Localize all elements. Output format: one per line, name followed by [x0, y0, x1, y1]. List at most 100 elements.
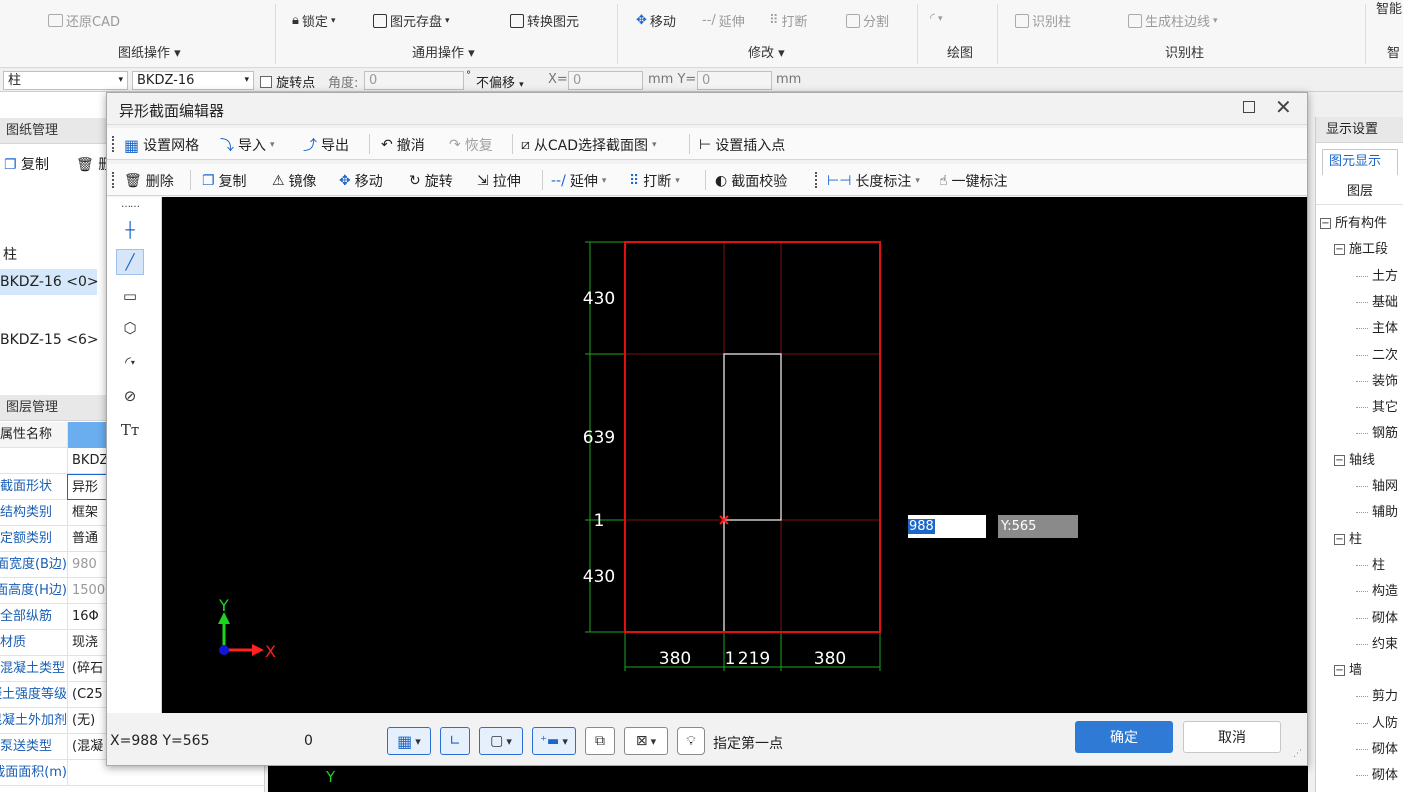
- import-button[interactable]: ⤵ 导入 ▾: [220, 135, 275, 155]
- save-element-button[interactable]: 图元存盘 ▾: [373, 11, 450, 30]
- tree-item[interactable]: − 所有构件: [1320, 212, 1387, 231]
- tree-item[interactable]: 基础: [1356, 291, 1398, 310]
- cancel-button[interactable]: 取消: [1183, 721, 1281, 753]
- list-item-bkdz-15[interactable]: BKDZ-15 <6>: [0, 332, 99, 348]
- tree-item[interactable]: 辅助: [1356, 501, 1398, 520]
- redo-button[interactable]: ↷ 恢复: [449, 135, 493, 155]
- extend-button[interactable]: --/延伸 ▾: [551, 171, 606, 191]
- rotate-point-checkbox[interactable]: 旋转点: [260, 72, 315, 91]
- text-tool-icon[interactable]: Tт: [116, 417, 144, 443]
- list-item-bkdz-16[interactable]: BKDZ-16 <0>: [0, 269, 99, 295]
- polygon-tool-icon[interactable]: ⬡: [116, 315, 144, 341]
- offset-select[interactable]: 不偏移 ▾: [476, 72, 524, 91]
- close-icon[interactable]: ✕: [1275, 95, 1292, 119]
- collapse-icon[interactable]: −: [1334, 665, 1345, 677]
- select-from-cad-button[interactable]: ⧄ 从CAD选择截面图 ▾: [521, 135, 657, 155]
- x-offset-input[interactable]: 0: [568, 71, 643, 90]
- ok-button[interactable]: 确定: [1075, 721, 1173, 753]
- ortho-toggle[interactable]: ∟: [440, 727, 470, 755]
- undo-button[interactable]: ↶ 撤消: [381, 135, 425, 155]
- collapse-icon[interactable]: −: [1334, 533, 1345, 545]
- tree-item[interactable]: 砌体: [1356, 738, 1398, 757]
- group-modify[interactable]: 修改 ▾: [748, 42, 785, 61]
- resize-grip-icon[interactable]: ⋰: [1293, 749, 1302, 759]
- mirror-button[interactable]: ⚠ 镜像: [272, 171, 317, 191]
- restore-cad-button[interactable]: 还原CAD: [48, 11, 120, 30]
- dynamic-input-toggle[interactable]: ⁺▬ ▾: [532, 727, 576, 755]
- angle-input[interactable]: 0: [364, 71, 464, 90]
- tree-item[interactable]: 主体: [1356, 317, 1398, 336]
- tree-item[interactable]: 构造: [1356, 580, 1398, 599]
- tree-item[interactable]: 装饰: [1356, 370, 1398, 389]
- tree-item[interactable]: 其它: [1356, 396, 1398, 415]
- section-check-button[interactable]: ◐ 截面校验: [715, 171, 787, 191]
- polar-toggle[interactable]: ⧉: [585, 727, 615, 755]
- dialog-toolbar-2: 🗑︎ 删除 ❐ 复制 ⚠ 镜像 ✥ 移动 ↻ 旋转 ⇲ 拉伸 --/延伸 ▾ ⠿ 打断 ▾ ◐ 截面…: [107, 164, 1307, 196]
- tree-item[interactable]: 柱: [1356, 554, 1385, 573]
- generate-column-edge-button[interactable]: 生成柱边线 ▾: [1128, 11, 1218, 30]
- stretch-button[interactable]: ⇲ 拉伸: [477, 171, 521, 191]
- property-key: 材质: [0, 635, 27, 650]
- convert-element-button[interactable]: 转换图元: [510, 11, 579, 30]
- point-tool-icon[interactable]: ┼: [116, 217, 144, 243]
- element-name-select[interactable]: BKDZ-16 ▾: [132, 71, 254, 90]
- collapse-icon[interactable]: −: [1334, 454, 1345, 466]
- collapse-icon[interactable]: −: [1320, 218, 1331, 229]
- rectangle-tool-icon[interactable]: ▭: [116, 283, 144, 309]
- lock-button[interactable]: 🔒︎ 锁定 ▾: [292, 11, 335, 30]
- rotate-button[interactable]: ↻ 旋转: [409, 171, 453, 191]
- ribbon-split-button[interactable]: 分割: [846, 11, 889, 30]
- hint-toggle[interactable]: 💡︎: [677, 727, 705, 755]
- identify-column-button[interactable]: 识别柱: [1015, 11, 1071, 30]
- move-button[interactable]: ✥ 移动: [339, 171, 383, 191]
- one-key-dimension-button[interactable]: ☝ 一键标注: [939, 171, 1008, 191]
- tree-item[interactable]: 剪力: [1356, 685, 1398, 704]
- ribbon-extend-button[interactable]: --/ 延伸: [702, 11, 745, 30]
- section-shape[interactable]: [723, 353, 782, 632]
- maximize-icon[interactable]: [1243, 101, 1255, 113]
- tree-item[interactable]: − 施工段: [1334, 238, 1388, 257]
- line-tool-icon[interactable]: ╱: [116, 249, 144, 275]
- set-insert-point-button[interactable]: ⊢ 设置插入点: [699, 135, 785, 155]
- set-grid-button[interactable]: ▦ 设置网格: [124, 135, 199, 155]
- tree-item[interactable]: − 轴线: [1334, 449, 1375, 468]
- circle-tool-icon[interactable]: ⊘: [116, 383, 144, 409]
- copy-button[interactable]: ❐ 复制: [4, 154, 49, 174]
- tab-element-display[interactable]: 图元显示: [1322, 149, 1398, 175]
- length-dimension-button[interactable]: ⊢⊣ 长度标注 ▾: [827, 171, 920, 191]
- coord-x-input[interactable]: 988: [908, 515, 986, 538]
- object-snap-toggle[interactable]: ▢ ▾: [479, 727, 523, 755]
- y-offset-input[interactable]: 0: [697, 71, 772, 90]
- copy-element-button[interactable]: ❐ 复制: [202, 171, 247, 191]
- tree-item[interactable]: 钢筋: [1356, 422, 1398, 441]
- tree-item[interactable]: 轴网: [1356, 475, 1398, 494]
- section-canvas[interactable]: 430 639 1 430 380 1 219 380 Y X 988 Y:56…: [162, 197, 1307, 713]
- tree-item[interactable]: 约束: [1356, 633, 1398, 652]
- collapse-icon[interactable]: −: [1334, 244, 1345, 256]
- tree-item[interactable]: 砌体: [1356, 607, 1398, 626]
- draw-arc-button[interactable]: ◜ ▾: [930, 11, 943, 26]
- tree-item[interactable]: 人防: [1356, 712, 1398, 731]
- selection-toggle[interactable]: ⊠ ▾: [624, 727, 668, 755]
- ribbon-break-button[interactable]: ⠿ 打断: [769, 11, 808, 30]
- tree-root-column[interactable]: 柱: [3, 244, 17, 264]
- arc-tool-icon[interactable]: ◜ ▾: [116, 349, 144, 375]
- element-type-select[interactable]: 柱 ▾: [3, 71, 128, 90]
- coord-y-input[interactable]: Y:565: [998, 515, 1078, 538]
- tree-item[interactable]: 二次: [1356, 344, 1398, 363]
- outer-frame[interactable]: [624, 241, 881, 633]
- break-button[interactable]: ⠿ 打断 ▾: [629, 171, 680, 191]
- tree-item[interactable]: 土方: [1356, 265, 1398, 284]
- smart-button[interactable]: 智能: [1376, 0, 1402, 17]
- delete-button[interactable]: 🗑︎ 删除: [124, 171, 174, 191]
- tree-item[interactable]: − 墙: [1334, 659, 1362, 678]
- group-common-ops[interactable]: 通用操作 ▾: [412, 42, 475, 61]
- ribbon-move-button[interactable]: ✥ 移动: [636, 11, 676, 30]
- tree-item[interactable]: − 柱: [1334, 528, 1362, 547]
- dim-left-2: 639: [583, 428, 615, 448]
- grid-snap-toggle[interactable]: ▦ ▾: [387, 727, 431, 755]
- group-drawing-ops[interactable]: 图纸操作 ▾: [118, 42, 181, 61]
- main-canvas[interactable]: Y: [268, 766, 1308, 792]
- export-button[interactable]: ⤴ 导出: [303, 135, 349, 155]
- tree-item[interactable]: 砌体: [1356, 764, 1398, 783]
